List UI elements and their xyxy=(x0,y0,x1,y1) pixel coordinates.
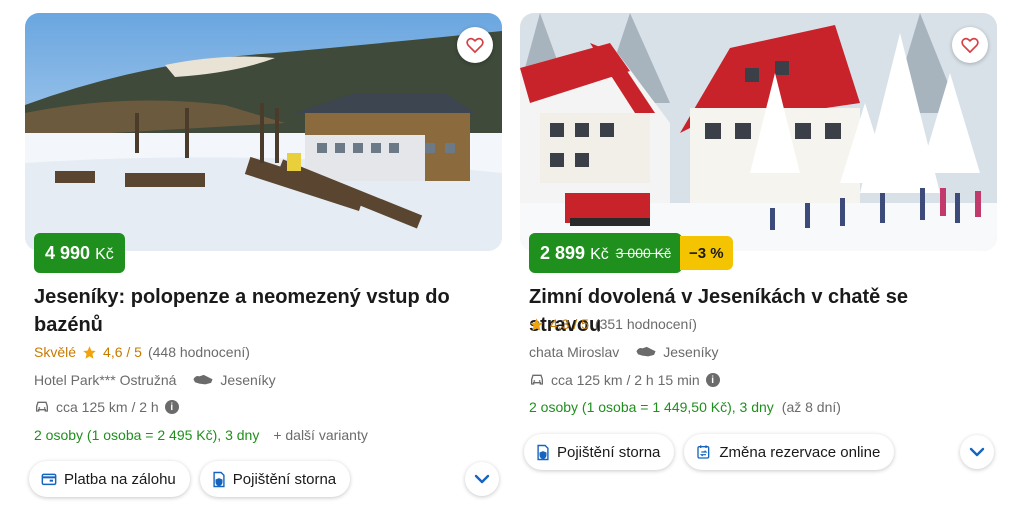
persons-row: 2 osoby (1 osoba = 2 495 Kč), 3 dny + da… xyxy=(34,427,368,443)
region-name: Jeseníky xyxy=(220,372,276,388)
star-icon xyxy=(83,345,96,359)
price-currency: Kč xyxy=(590,245,609,263)
chevron-down-icon xyxy=(969,447,985,457)
distance-row: cca 125 km / 2 h i xyxy=(34,399,179,415)
duration-range: (až 8 dní) xyxy=(781,399,841,415)
distance-text: cca 125 km / 2 h 15 min xyxy=(551,372,700,388)
offer-photo-1[interactable] xyxy=(25,13,502,251)
favorite-heart-button[interactable] xyxy=(952,27,988,63)
rating-value: 4,6 / 5 xyxy=(103,344,142,360)
price-old: 3 000 Kč xyxy=(615,245,671,261)
wallet-icon xyxy=(41,473,57,486)
discount-badge: −3 % xyxy=(680,236,733,270)
rating-row: 4,3 / 5 (351 hodnocení) xyxy=(529,316,697,332)
hotel-name: chata Miroslav xyxy=(529,344,620,360)
tag-row: Platba na zálohu Pojištění storna xyxy=(29,461,351,497)
czech-map-icon xyxy=(193,374,213,385)
info-icon[interactable]: i xyxy=(705,373,720,387)
rating-count: (351 hodnocení) xyxy=(594,316,697,332)
price-badge: 2 899 Kč 3 000 Kč −3 % xyxy=(529,233,733,273)
insurance-icon xyxy=(213,471,225,487)
info-icon[interactable]: i xyxy=(164,400,179,414)
tag-cancellation-insurance[interactable]: Pojištění storna xyxy=(524,434,675,470)
distance-row: cca 125 km / 2 h 15 min i xyxy=(529,372,720,388)
location-row: Hotel Park*** Ostružná Jeseníky xyxy=(34,372,276,388)
tag-deposit-payment[interactable]: Platba na zálohu xyxy=(29,461,190,497)
insurance-icon xyxy=(537,444,549,460)
tag-row: Pojištění storna Změna rezervace online xyxy=(524,434,895,470)
offer-title[interactable]: Jeseníky: polopenze a neomezený vstup do… xyxy=(34,283,489,339)
tag-label: Platba na zálohu xyxy=(64,470,176,488)
rating-count: (448 hodnocení) xyxy=(147,344,250,360)
tag-label: Pojištění storna xyxy=(232,470,337,488)
car-icon xyxy=(531,374,543,385)
car-icon xyxy=(36,401,48,412)
tag-online-reservation-change[interactable]: Změna rezervace online xyxy=(684,434,895,470)
offer-card-2[interactable]: 2 899 Kč 3 000 Kč −3 % Zimní dovolená v … xyxy=(520,13,997,503)
rating-value: 4,3 / 5 xyxy=(550,316,589,332)
tag-cancellation-insurance[interactable]: Pojištění storna xyxy=(199,461,351,497)
hotel-name: Hotel Park*** Ostružná xyxy=(34,372,177,388)
chevron-down-icon xyxy=(474,474,490,484)
more-variants-link[interactable]: + další varianty xyxy=(273,427,368,443)
price-currency: Kč xyxy=(95,245,114,263)
price-badge: 4 990 Kč xyxy=(34,233,125,273)
tag-label: Změna rezervace online xyxy=(719,443,881,461)
price-current: 4 990 xyxy=(45,242,91,263)
rating-row: Skvělé 4,6 / 5 (448 hodnocení) xyxy=(34,344,250,360)
rating-word: Skvělé xyxy=(34,344,77,360)
persons-text: 2 osoby (1 osoba = 2 495 Kč), 3 dny xyxy=(34,427,260,443)
heart-icon xyxy=(961,37,979,53)
price-current: 2 899 xyxy=(540,242,586,263)
persons-text: 2 osoby (1 osoba = 1 449,50 Kč), 3 dny xyxy=(529,399,774,415)
czech-map-icon xyxy=(636,346,656,357)
expand-button[interactable] xyxy=(960,435,994,469)
distance-text: cca 125 km / 2 h xyxy=(56,399,159,415)
location-row: chata Miroslav Jeseníky xyxy=(529,344,719,360)
star-icon xyxy=(530,317,543,331)
favorite-heart-button[interactable] xyxy=(457,27,493,63)
persons-row: 2 osoby (1 osoba = 1 449,50 Kč), 3 dny (… xyxy=(529,399,841,415)
tag-label: Pojištění storna xyxy=(557,443,661,461)
offer-photo-2[interactable] xyxy=(520,13,997,251)
expand-button[interactable] xyxy=(465,462,499,496)
heart-icon xyxy=(466,37,484,53)
offer-card-1[interactable]: 4 990 Kč Jeseníky: polopenze a neomezený… xyxy=(25,13,502,503)
region-name: Jeseníky xyxy=(663,344,719,360)
calendar-swap-icon xyxy=(697,445,710,459)
